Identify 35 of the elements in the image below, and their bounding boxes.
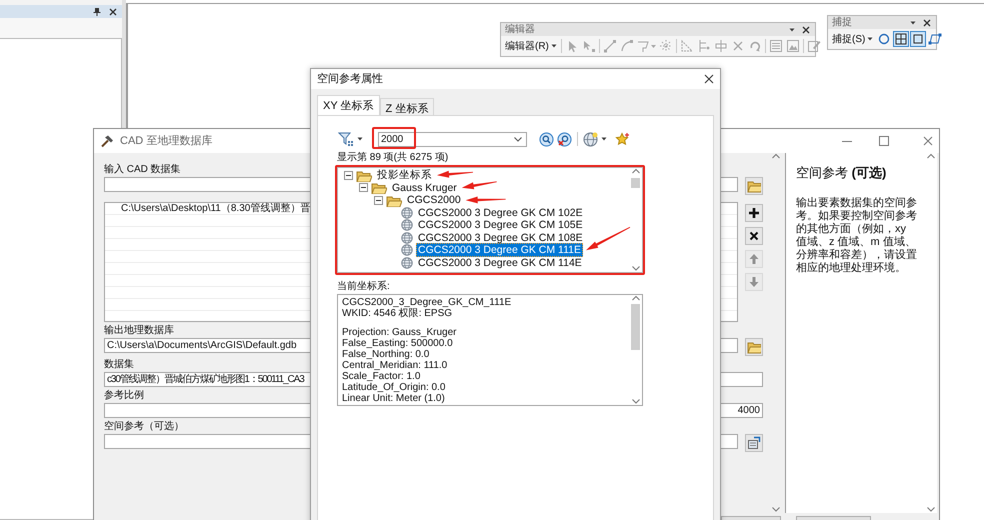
- details-line: Linear Unit: Meter (1.0): [342, 393, 446, 404]
- dialog-title: 空间参考属性: [317, 72, 383, 87]
- result-count: 显示第 89 项(共 6275 项): [337, 152, 450, 164]
- tree-item[interactable]: 投影坐标系: [375, 168, 434, 182]
- toolbar-menu[interactable]: 编辑器(R): [503, 38, 559, 54]
- tree-item[interactable]: CGCS2000 3 Degree GK CM 102E: [416, 206, 585, 220]
- field-label: 输入 CAD 数据集: [104, 163, 181, 176]
- details-line: Scale_Factor: 1.0: [342, 371, 422, 382]
- details-line: Latitude_Of_Origin: 0.0: [342, 382, 446, 393]
- toolbar-title: 编辑器: [505, 22, 535, 37]
- tree-item[interactable]: Gauss Kruger: [390, 180, 459, 195]
- tree-item[interactable]: CGCS2000 3 Degree GK CM 111E: [416, 243, 584, 258]
- search-field[interactable]: 2000: [378, 132, 527, 146]
- details-line: False_Northing: 0.0: [342, 349, 430, 360]
- details-line: False_Easting: 500000.0: [342, 338, 454, 349]
- help-text: 输出要素数据集的空间参考。如果要控制空间参考的其他方面（例如，xy 值域、z 值域、m 值域、分辨率和容差），请设置相应的地理处理环境。: [796, 196, 918, 274]
- field-label: 空间参考（可选）: [104, 420, 184, 433]
- tree-item[interactable]: CGCS2000 3 Degree GK CM 105E: [416, 218, 585, 232]
- field-label: 当前坐标系:: [337, 280, 391, 294]
- details-line: Central_Meridian: 111.0: [342, 360, 448, 371]
- tree-item[interactable]: CGCS2000: [405, 193, 463, 208]
- tab[interactable]: Z 坐标系: [380, 98, 434, 115]
- tree-item[interactable]: CGCS2000 3 Degree GK CM 114E: [416, 256, 584, 270]
- details-line: CGCS2000_3_Degree_GK_CM_111E: [342, 297, 512, 308]
- toolbar-menu[interactable]: 捕捉(S): [830, 32, 876, 46]
- details-line: WKID: 4546 权限: EPSG: [342, 308, 454, 319]
- dialog-title: CAD 至地理数据库: [120, 134, 212, 149]
- toolbar-title: 捕捉: [832, 16, 852, 30]
- field-label: 参考比例: [104, 389, 144, 402]
- help-title: 空间参考 (可选): [796, 164, 888, 182]
- field-label: 输出地理数据库: [104, 324, 174, 337]
- details-line: Projection: Gauss_Kruger: [342, 327, 458, 338]
- field-label: 数据集: [104, 358, 134, 371]
- tree-item[interactable]: CGCS2000 3 Degree GK CM 108E: [416, 230, 585, 245]
- tab[interactable]: XY 坐标系: [317, 95, 380, 115]
